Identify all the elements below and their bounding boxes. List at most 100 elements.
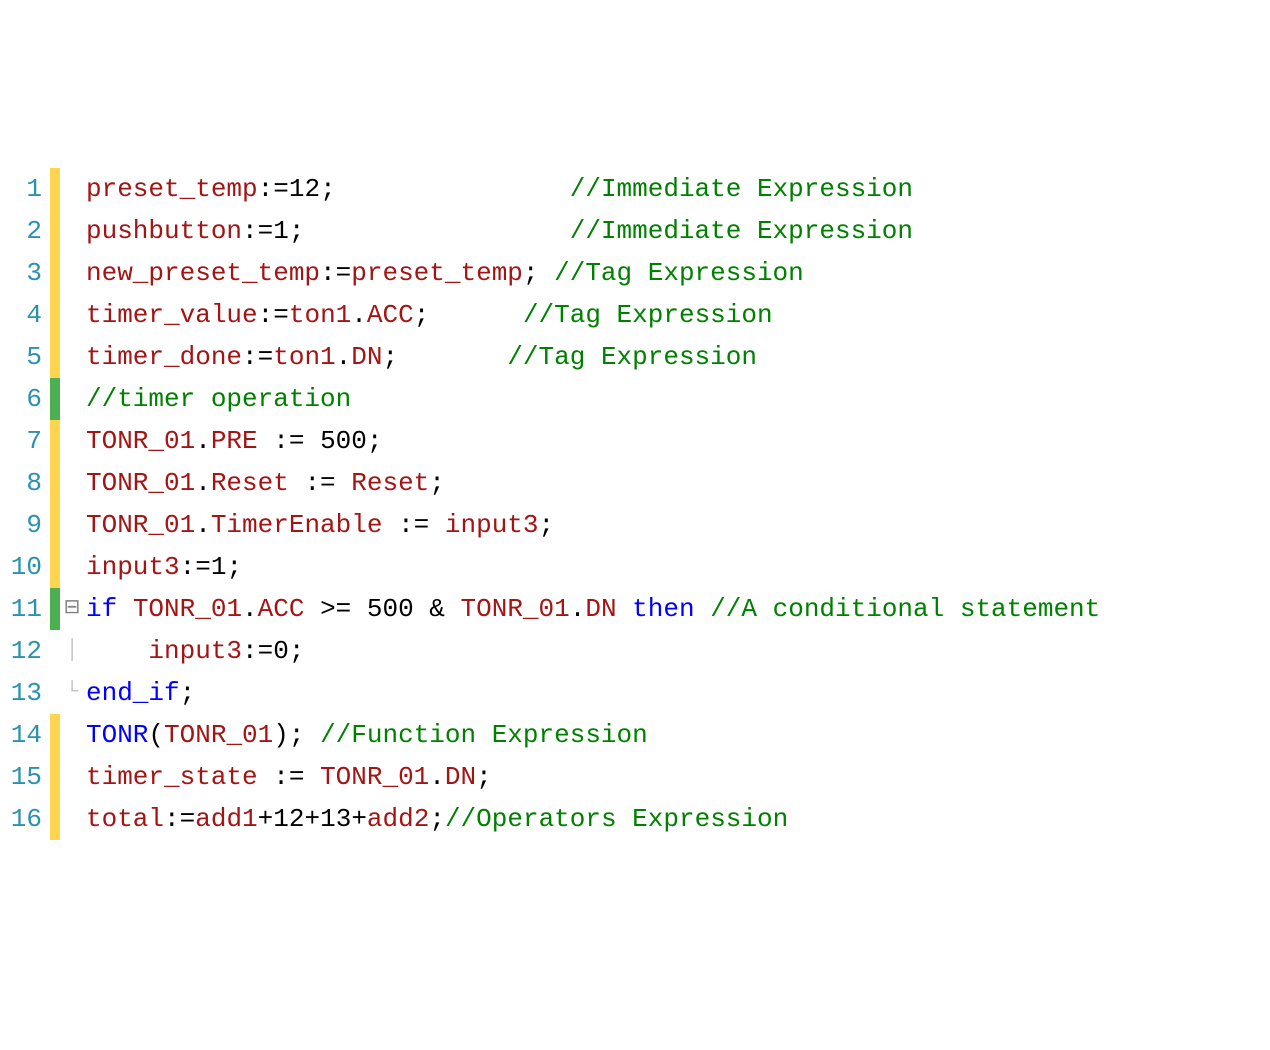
token: ; [523, 258, 539, 288]
line-number: 15 [0, 756, 50, 798]
token: ; [414, 300, 430, 330]
code-content[interactable]: end_if; [84, 672, 195, 714]
token: ; [289, 720, 305, 750]
fold-gutter [60, 252, 84, 294]
code-line[interactable]: 10 input3:=1; [0, 546, 1270, 588]
token: end_if [86, 678, 180, 708]
code-content[interactable]: pushbutton:=1; //Immediate Expression [84, 210, 913, 252]
code-line[interactable]: 3 new_preset_temp:=preset_temp; //Tag Exp… [0, 252, 1270, 294]
token: ; [429, 804, 445, 834]
token: + [351, 804, 367, 834]
token: ( [148, 720, 164, 750]
token: 12 [273, 804, 304, 834]
code-line[interactable]: 16total:=add1+12+13+add2;//Operators Exp… [0, 798, 1270, 840]
token: . [429, 762, 445, 792]
fold-gutter [60, 336, 84, 378]
token: //Immediate Expression [570, 174, 913, 204]
code-content[interactable]: input3:=1; [84, 546, 242, 588]
line-number: 11 [0, 588, 50, 630]
code-line[interactable]: 12│ input3:=0; [0, 630, 1270, 672]
line-number: 3 [0, 252, 50, 294]
token: := [242, 216, 273, 246]
token: & [414, 594, 461, 624]
token [398, 342, 507, 372]
change-marker [50, 588, 60, 630]
code-line[interactable]: 14TONR(TONR_01); //Function Expression [0, 714, 1270, 756]
token: pushbutton [86, 216, 242, 246]
token: 1 [211, 552, 227, 582]
code-line[interactable]: 6//timer operation [0, 378, 1270, 420]
token: ton1 [273, 342, 335, 372]
change-marker [50, 420, 60, 462]
change-marker [50, 714, 60, 756]
change-marker [50, 546, 60, 588]
token: := [258, 426, 320, 456]
code-content[interactable]: preset_temp:=12; //Immediate Expression [84, 168, 913, 210]
token: := [180, 552, 211, 582]
fold-gutter: └ [60, 672, 84, 714]
code-content[interactable]: total:=add1+12+13+add2;//Operators Expre… [84, 798, 788, 840]
token: new_preset_temp [86, 258, 320, 288]
token: 13 [320, 804, 351, 834]
token: //Immediate Expression [570, 216, 913, 246]
token: + [258, 804, 274, 834]
token: ACC [258, 594, 305, 624]
code-line[interactable]: 11⊟if TONR_01.ACC >= 500 & TONR_01.DN th… [0, 588, 1270, 630]
code-content[interactable]: new_preset_temp:=preset_temp; //Tag Expr… [84, 252, 804, 294]
code-content[interactable]: input3:=0; [84, 630, 304, 672]
fold-gutter [60, 504, 84, 546]
token: ) [273, 720, 289, 750]
token: input3 [148, 636, 242, 666]
token: ; [429, 468, 445, 498]
fold-gutter [60, 462, 84, 504]
line-number: 5 [0, 336, 50, 378]
line-number: 2 [0, 210, 50, 252]
token: . [195, 468, 211, 498]
token: . [195, 426, 211, 456]
token: 500 [367, 594, 414, 624]
fold-toggle-icon[interactable]: ⊟ [60, 588, 84, 630]
fold-gutter [60, 168, 84, 210]
code-content[interactable]: TONR(TONR_01); //Function Expression [84, 714, 648, 756]
code-line[interactable]: 1preset_temp:=12; //Immediate Expression [0, 168, 1270, 210]
code-content[interactable]: timer_value:=ton1.ACC; //Tag Expression [84, 294, 773, 336]
change-marker [50, 630, 60, 672]
token [304, 720, 320, 750]
code-line[interactable]: 4timer_value:=ton1.ACC; //Tag Expression [0, 294, 1270, 336]
token: //timer operation [86, 384, 351, 414]
token: input3 [86, 552, 180, 582]
code-line[interactable]: 9 TONR_01.TimerEnable := input3; [0, 504, 1270, 546]
fold-gutter [60, 378, 84, 420]
token: timer_value [86, 300, 258, 330]
code-line[interactable]: 7TONR_01.PRE := 500; [0, 420, 1270, 462]
code-content[interactable]: TONR_01.TimerEnable := input3; [84, 504, 554, 546]
code-content[interactable]: if TONR_01.ACC >= 500 & TONR_01.DN then … [84, 588, 1100, 630]
code-line[interactable]: 2 pushbutton:=1; //Immediate Expression [0, 210, 1270, 252]
token: TONR [86, 720, 148, 750]
code-content[interactable]: timer_state := TONR_01.DN; [84, 756, 492, 798]
code-content[interactable]: TONR_01.PRE := 500; [84, 420, 382, 462]
code-line[interactable]: 15 timer_state := TONR_01.DN; [0, 756, 1270, 798]
token: if [86, 594, 117, 624]
token: + [304, 804, 320, 834]
code-content[interactable]: timer_done:=ton1.DN; //Tag Expression [84, 336, 757, 378]
token: ton1 [289, 300, 351, 330]
line-number: 10 [0, 546, 50, 588]
code-line[interactable]: 8TONR_01.Reset := Reset; [0, 462, 1270, 504]
line-number: 9 [0, 504, 50, 546]
token: //Tag Expression [507, 342, 757, 372]
token: DN [351, 342, 382, 372]
token: 0 [273, 636, 289, 666]
token: TimerEnable [211, 510, 383, 540]
token: := [258, 174, 289, 204]
token [304, 216, 569, 246]
token: Reset [351, 468, 429, 498]
change-marker [50, 294, 60, 336]
line-number: 13 [0, 672, 50, 714]
token: . [336, 342, 352, 372]
code-content[interactable]: //timer operation [84, 378, 351, 420]
code-editor[interactable]: 1preset_temp:=12; //Immediate Expression… [0, 168, 1270, 840]
code-line[interactable]: 5 timer_done:=ton1.DN; //Tag Expression [0, 336, 1270, 378]
code-line[interactable]: 13└end_if; [0, 672, 1270, 714]
code-content[interactable]: TONR_01.Reset := Reset; [84, 462, 445, 504]
